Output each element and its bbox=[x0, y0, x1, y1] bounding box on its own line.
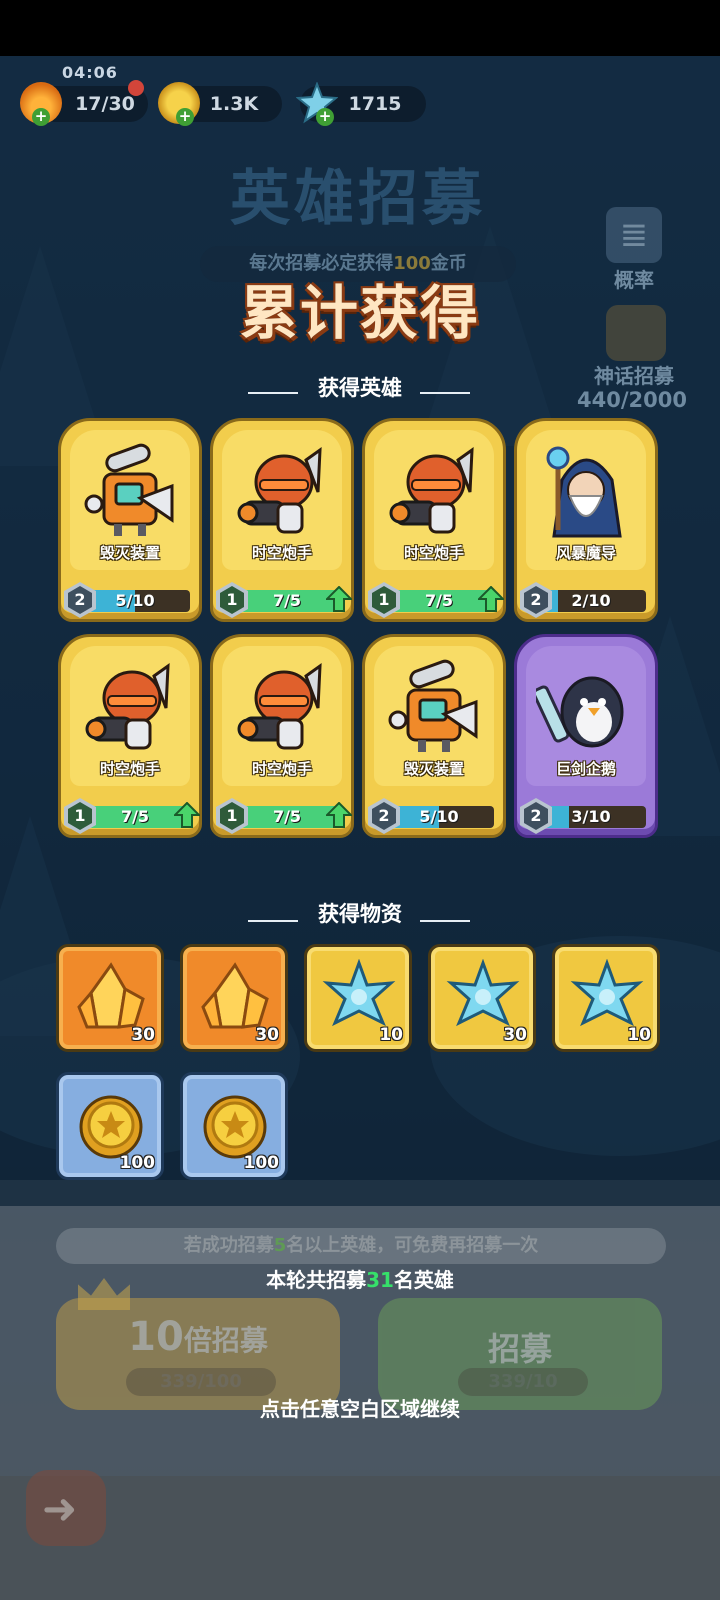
recruit-label: 招募 bbox=[487, 1330, 552, 1368]
hero-progress-bar: 3/10 bbox=[536, 806, 646, 828]
upgrade-arrow-icon bbox=[174, 802, 200, 828]
hero-card[interactable]: 毁灭装置 5/10 2 bbox=[362, 634, 506, 838]
heroes-section-title: 获得英雄 bbox=[318, 376, 402, 400]
ten-x-cost: 339/100 bbox=[126, 1368, 276, 1396]
hero-card[interactable]: 时空炮手 7/5 1 bbox=[58, 634, 202, 838]
hero-level: 2 bbox=[524, 802, 548, 830]
add-crystal-icon[interactable]: + bbox=[316, 108, 334, 126]
hero-card[interactable]: 时空炮手 7/5 1 bbox=[210, 418, 354, 622]
back-button[interactable]: ➜ bbox=[26, 1470, 106, 1546]
divider-right bbox=[420, 392, 470, 394]
alert-dot bbox=[128, 80, 144, 96]
gold-coin-icon bbox=[79, 1095, 143, 1159]
hero-progress-text: 5/10 bbox=[419, 807, 459, 826]
clock-text: 04:06 bbox=[62, 63, 118, 82]
hero-progress-text: 2/10 bbox=[571, 591, 611, 610]
hero-progress-text: 3/10 bbox=[571, 807, 611, 826]
orange-crystal-icon bbox=[77, 962, 145, 1029]
hero-name: 毁灭装置 bbox=[99, 544, 160, 562]
hero-level: 1 bbox=[220, 586, 244, 614]
orange-crystal-icon bbox=[201, 962, 269, 1029]
cumulative-title: 累计获得 bbox=[239, 279, 480, 347]
item-count: 100 bbox=[119, 1153, 156, 1173]
hero-name: 巨剑企鹅 bbox=[555, 760, 616, 778]
hero-card[interactable]: 巨剑企鹅 3/10 2 bbox=[514, 634, 658, 838]
snowflake-crystal-icon bbox=[446, 959, 520, 1027]
item-count: 100 bbox=[243, 1153, 280, 1173]
gold-coin-icon bbox=[203, 1095, 267, 1159]
probability-icon[interactable]: ≣ bbox=[606, 207, 662, 263]
ten-x-label: 10倍招募 bbox=[128, 1314, 268, 1360]
reward-item[interactable]: 30 bbox=[56, 944, 164, 1052]
snowflake-crystal-icon bbox=[322, 959, 396, 1027]
hero-progress-bar: 2/10 bbox=[536, 590, 646, 612]
item-count: 30 bbox=[255, 1025, 279, 1045]
hero-name: 风暴魔导 bbox=[555, 544, 616, 562]
panel-edge bbox=[0, 1180, 720, 1206]
time-gunner-portrait bbox=[237, 662, 322, 750]
hero-name: 时空炮手 bbox=[403, 544, 464, 562]
time-gunner-portrait bbox=[389, 446, 474, 534]
add-gold-icon[interactable]: + bbox=[176, 108, 194, 126]
reward-item[interactable]: 30 bbox=[428, 944, 536, 1052]
crystal-value: 1715 bbox=[348, 93, 402, 115]
storm-mage-portrait bbox=[546, 446, 622, 538]
items-section-title: 获得物资 bbox=[318, 902, 402, 926]
snowflake-crystal-icon bbox=[570, 959, 644, 1027]
hero-name: 时空炮手 bbox=[251, 544, 312, 562]
item-count: 10 bbox=[627, 1025, 651, 1045]
hero-name: 毁灭装置 bbox=[403, 760, 464, 778]
stamina-value: 17/30 bbox=[75, 93, 135, 115]
reward-item[interactable]: 10 bbox=[552, 944, 660, 1052]
item-count: 10 bbox=[379, 1025, 403, 1045]
destroyer-device-portrait bbox=[84, 443, 174, 536]
reward-item[interactable]: 10 bbox=[304, 944, 412, 1052]
destroyer-device-portrait bbox=[388, 659, 478, 752]
hero-card[interactable]: 时空炮手 7/5 1 bbox=[362, 418, 506, 622]
hero-progress-bar: 5/10 bbox=[384, 806, 494, 828]
hero-level: 2 bbox=[68, 586, 92, 614]
bottom-bar bbox=[0, 1476, 720, 1600]
hero-card[interactable]: 风暴魔导 2/10 2 bbox=[514, 418, 658, 622]
time-gunner-portrait bbox=[237, 446, 322, 534]
status-bar-area bbox=[0, 0, 720, 56]
item-count: 30 bbox=[503, 1025, 527, 1045]
gold-value: 1.3K bbox=[209, 93, 259, 115]
continue-hint[interactable]: 点击任意空白区域继续 bbox=[0, 1393, 720, 1422]
hero-level: 1 bbox=[220, 802, 244, 830]
hero-name: 时空炮手 bbox=[99, 760, 160, 778]
upgrade-arrow-icon bbox=[478, 586, 504, 612]
item-count: 30 bbox=[131, 1025, 155, 1045]
hero-level: 2 bbox=[372, 802, 396, 830]
recruit-title-bg: 英雄招募 bbox=[230, 164, 486, 234]
hero-level: 1 bbox=[372, 586, 396, 614]
hero-card[interactable]: 时空炮手 7/5 1 bbox=[210, 634, 354, 838]
divider-right bbox=[420, 920, 470, 922]
reward-item[interactable]: 100 bbox=[180, 1072, 288, 1180]
hero-level: 2 bbox=[524, 586, 548, 614]
hero-level: 1 bbox=[68, 802, 92, 830]
greatsword-penguin-portrait bbox=[536, 676, 624, 748]
time-gunner-portrait bbox=[85, 662, 170, 750]
reward-item[interactable]: 30 bbox=[180, 944, 288, 1052]
add-stamina-icon[interactable]: + bbox=[32, 108, 50, 126]
bonus-note: 若成功招募5名以上英雄，可免费再招募一次 bbox=[56, 1228, 666, 1264]
back-arrow-icon: ➜ bbox=[42, 1484, 78, 1533]
hero-progress-bar: 5/10 bbox=[80, 590, 190, 612]
recruit-cost: 339/10 bbox=[458, 1368, 588, 1396]
upgrade-arrow-icon bbox=[326, 802, 352, 828]
reward-item[interactable]: 100 bbox=[56, 1072, 164, 1180]
upgrade-arrow-icon bbox=[326, 586, 352, 612]
hero-progress-text: 5/10 bbox=[115, 591, 155, 610]
hero-name: 时空炮手 bbox=[251, 760, 312, 778]
hero-card[interactable]: 毁灭装置 5/10 2 bbox=[58, 418, 202, 622]
